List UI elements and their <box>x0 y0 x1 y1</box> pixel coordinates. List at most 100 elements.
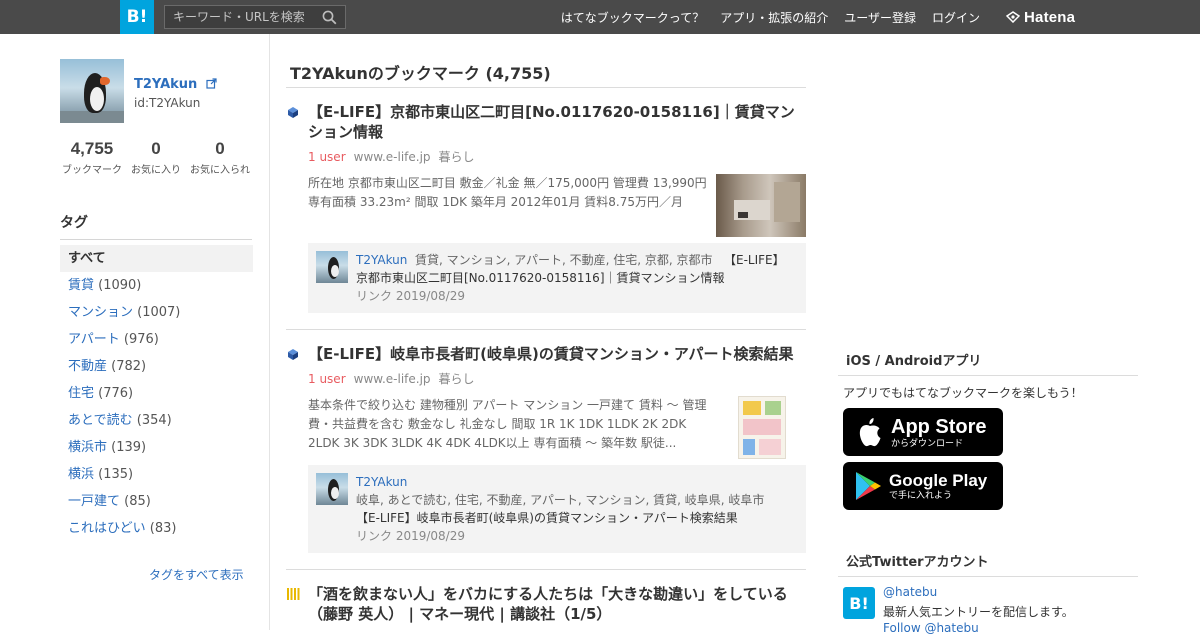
tag-count: (135) <box>98 467 134 482</box>
search-input[interactable] <box>173 8 313 26</box>
app-store-button[interactable]: App Store からダウンロード <box>843 408 1003 456</box>
tag-item[interactable]: 不動産 (782) <box>60 353 253 380</box>
tag-count: (1090) <box>98 278 142 293</box>
entry-thumbnail[interactable] <box>738 396 786 459</box>
stat-label: お気に入り <box>131 165 181 176</box>
entry-category[interactable]: 暮らし <box>439 372 475 386</box>
top-nav-links: はてなブックマークって？ アプリ・拡張の紹介 ユーザー登録 ログイン <box>561 0 980 34</box>
stat-number: 0 <box>215 139 225 158</box>
tag-item[interactable]: これはひどい (83) <box>60 515 253 542</box>
entry-title-link[interactable]: 【E-LIFE】京都市東山区二町目[No.0117620-0158116]｜賃貸… <box>308 102 806 142</box>
tag-name: アパート <box>68 332 120 347</box>
top-navigation-bar: B! はてなブックマークって？ アプリ・拡張の紹介 ユーザー登録 ログイン Ha… <box>0 0 1200 34</box>
summary-line: 2LDK 3K 3DK 3LDK 4K 4DK 4LDK以上 専有面積 〜 築年… <box>308 436 677 450</box>
apps-text: アプリでもはてなブックマークを楽しもう！ <box>843 386 1083 400</box>
google-play-label: Google Play <box>889 471 988 490</box>
tag-item[interactable]: 一戸建て (85) <box>60 488 253 515</box>
stat-label: ブックマーク <box>62 165 122 176</box>
hatena-brand-link[interactable]: Hatena <box>1006 7 1075 27</box>
tag-count: (976) <box>123 332 159 347</box>
summary-line: 所在地 京都市東山区二町目 敷金／礼金 無／175,000円 管理費 13,99… <box>308 176 707 190</box>
google-play-button[interactable]: Google Play で手に入れよう <box>843 462 1003 510</box>
comment-tags[interactable]: 岐阜, あとで読む, 住宅, 不動産, アパート, マンション, 賃貸, 岐阜県… <box>356 491 764 509</box>
favicon-icon <box>288 107 298 118</box>
entry-title-link[interactable]: 「酒を飲まない人」をバカにする人たちは「大きな勘違い」をしている （藤野 英人）… <box>308 584 806 624</box>
page-title: T2YAkunのブックマーク (4,755) <box>290 64 551 83</box>
tag-item[interactable]: 賃貸 (1090) <box>60 272 253 299</box>
comment-text: 【E-LIFE】 <box>724 253 785 267</box>
tag-item[interactable]: 横浜 (135) <box>60 461 253 488</box>
tag-item-all[interactable]: すべて <box>60 245 253 272</box>
search-box <box>164 5 346 29</box>
search-icon[interactable] <box>322 10 337 25</box>
stat-bookmarks[interactable]: 4,755 ブックマーク <box>60 139 124 176</box>
tag-name: 住宅 <box>68 386 95 401</box>
title-divider <box>286 87 806 88</box>
stat-label: お気に入られ <box>190 165 250 176</box>
user-count-link[interactable]: 1 user <box>308 372 346 386</box>
user-comment: T2YAkun 賃貸, マンション, アパート, 不動産, 住宅, 京都, 京都… <box>308 243 806 313</box>
stat-followers[interactable]: 0 お気に入られ <box>188 139 252 176</box>
nav-link-apps[interactable]: アプリ・拡張の紹介 <box>720 9 828 26</box>
google-play-icon <box>856 472 881 500</box>
comment-tags[interactable]: 賃貸, マンション, アパート, 不動産, 住宅, 京都, 京都市 <box>415 253 713 267</box>
comment-date[interactable]: リンク 2019/08/29 <box>356 527 465 545</box>
tag-item[interactable]: アパート (976) <box>60 326 253 353</box>
user-count-link[interactable]: 1 user <box>308 150 346 164</box>
right-sidebar: iOS / Androidアプリ アプリでもはてなブックマークを楽しもう！ Ap… <box>838 34 1138 635</box>
tag-count: (354) <box>136 413 172 428</box>
entry-thumbnail[interactable] <box>716 174 806 237</box>
comment-avatar[interactable] <box>316 251 348 283</box>
comment-user-link[interactable]: T2YAkun <box>356 473 407 491</box>
tag-count: (776) <box>98 386 134 401</box>
nav-link-register[interactable]: ユーザー登録 <box>844 9 916 26</box>
favicon-icon <box>287 588 300 600</box>
nav-link-about[interactable]: はてなブックマークって？ <box>561 9 704 26</box>
tag-count: (1007) <box>137 305 181 320</box>
entry-meta: 1 user www.e-life.jp 暮らし <box>308 148 475 165</box>
user-id: id:T2YAkun <box>134 96 201 110</box>
comment-date[interactable]: リンク 2019/08/29 <box>356 287 465 305</box>
tag-item[interactable]: 住宅 (776) <box>60 380 253 407</box>
tag-name: マンション <box>68 305 134 320</box>
user-name-link[interactable]: T2YAkun <box>134 77 217 92</box>
comment-avatar[interactable] <box>316 473 348 505</box>
comment-user-link[interactable]: T2YAkun <box>356 253 407 267</box>
user-comment: T2YAkun 岐阜, あとで読む, 住宅, 不動産, アパート, マンション,… <box>308 465 806 553</box>
comment-line: T2YAkun 賃貸, マンション, アパート, 不動産, 住宅, 京都, 京都… <box>356 251 785 269</box>
app-store-sublabel: からダウンロード <box>891 437 964 448</box>
tag-item[interactable]: 横浜市 (139) <box>60 434 253 461</box>
tag-name: あとで読む <box>68 413 133 428</box>
entry-domain[interactable]: www.e-life.jp <box>354 150 431 164</box>
entry-summary: 基本条件で絞り込む 建物種別 アパート マンション 一戸建て 賃料 〜 管理 費… <box>308 396 718 453</box>
twitter-handle-link[interactable]: @hatebu <box>883 585 937 599</box>
entry-category[interactable]: 暮らし <box>439 150 475 164</box>
show-all-tags-link[interactable]: タグをすべて表示 <box>149 566 244 583</box>
tag-name: 不動産 <box>68 359 108 374</box>
twitter-follow-link[interactable]: Follow @hatebu <box>883 621 979 635</box>
external-link-icon <box>206 78 217 89</box>
tag-name: 賃貸 <box>68 278 95 293</box>
twitter-heading: 公式Twitterアカウント <box>838 551 1138 577</box>
stat-number: 0 <box>151 139 161 158</box>
stat-number: 4,755 <box>70 139 114 158</box>
comment-text-line: 京都市東山区二町目[No.0117620-0158116]｜賃貸マンション情報 <box>356 271 725 285</box>
tag-name: 横浜 <box>68 467 95 482</box>
entry-divider <box>286 329 806 330</box>
tag-count: (782) <box>111 359 147 374</box>
nav-link-login[interactable]: ログイン <box>932 9 980 26</box>
hatena-bookmark-logo[interactable]: B! <box>120 0 154 34</box>
hatebu-twitter-avatar[interactable]: B! <box>843 587 875 619</box>
profile-sidebar: T2YAkun id:T2YAkun 4,755 ブックマーク 0 お気に入り … <box>60 34 270 630</box>
entry-title-link[interactable]: 【E-LIFE】岐阜市長者町(岐阜県)の賃貸マンション・アパート検索結果 <box>308 344 806 364</box>
tag-item[interactable]: マンション (1007) <box>60 299 253 326</box>
stat-favorites[interactable]: 0 お気に入り <box>124 139 188 176</box>
comment-user: T2YAkun <box>356 475 408 489</box>
comment-text: 【E-LIFE】岐阜市長者町(岐阜県)の賃貸マンション・アパート検索結果 <box>356 511 738 525</box>
tag-item[interactable]: あとで読む (354) <box>60 407 253 434</box>
entry-title-line: 「酒を飲まない人」をバカにする人たちは「大きな勘違い」をしている <box>308 585 788 603</box>
entry-domain[interactable]: www.e-life.jp <box>354 372 431 386</box>
tag-count: (139) <box>111 440 147 455</box>
apps-heading: iOS / Androidアプリ <box>838 350 1138 376</box>
user-avatar[interactable] <box>60 59 124 123</box>
